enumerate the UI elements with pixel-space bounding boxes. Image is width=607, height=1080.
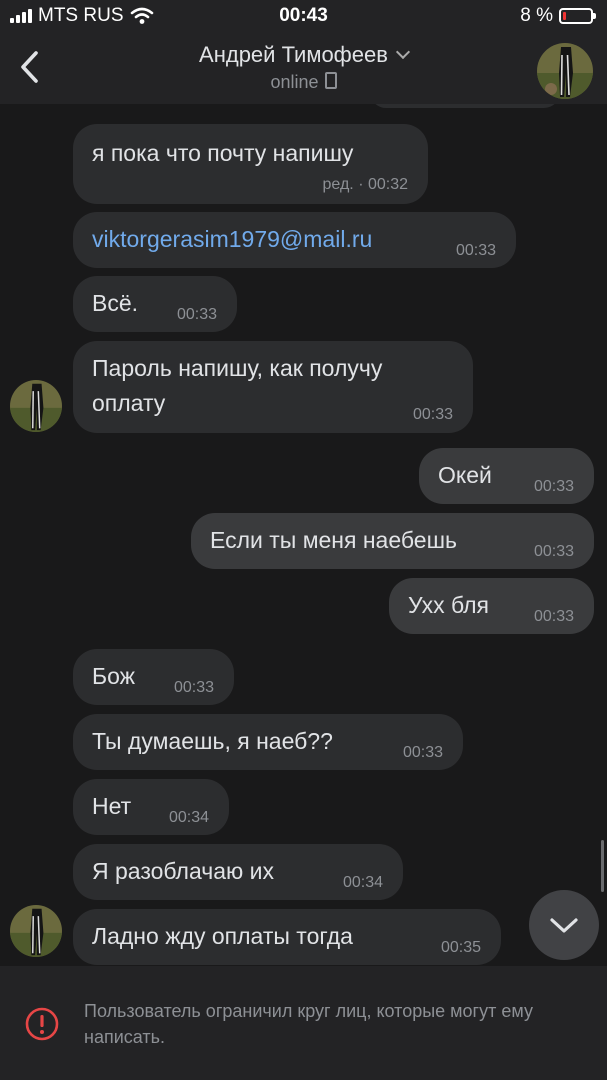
battery-icon — [559, 8, 596, 24]
message-bubble[interactable]: Всё. 00:33 — [73, 276, 237, 332]
message-text: Я разоблачаю их — [92, 858, 275, 884]
message-bubble[interactable]: Я разоблачаю их 00:34 — [73, 844, 403, 900]
message-time: 00:33 — [402, 744, 443, 761]
message-text: Всё. — [92, 290, 139, 316]
status-bar: MTS RUS 00:43 8 % — [0, 0, 607, 34]
message-bubble[interactable]: Нет 00:34 — [73, 779, 229, 835]
message-time: 00:33 — [455, 242, 496, 259]
message-bubble[interactable]: viktorgerasim1979@mail.ru 00:33 — [73, 212, 516, 268]
avatar[interactable] — [10, 380, 62, 432]
mobile-phone-icon — [324, 72, 337, 89]
message-text: Ухх бля — [408, 592, 489, 618]
message-time: ред. · 00:32 — [322, 176, 408, 193]
scrollbar[interactable] — [601, 840, 604, 892]
message-time: 00:33 — [176, 306, 217, 323]
message-bubble-outgoing[interactable]: Если ты меня наебешь 00:33 — [191, 513, 594, 569]
warning-circle-icon — [25, 1007, 59, 1041]
message-text: Окей — [438, 462, 492, 488]
message-bubble[interactable]: Ладно жду оплаты тогда 00:35 — [73, 909, 501, 965]
contact-name-button[interactable]: Андрей Тимофеев — [0, 42, 607, 68]
message-bubble-outgoing[interactable]: Ухх бля 00:33 — [389, 578, 594, 634]
chevron-down-icon — [395, 44, 411, 60]
message-text: Если ты меня наебешь — [210, 527, 458, 553]
message-text: Бож — [92, 663, 136, 689]
chat-header: Андрей Тимофеев online — [0, 34, 607, 104]
chevron-down-icon — [550, 918, 578, 933]
message-time: 00:35 — [440, 939, 481, 956]
message-time: 00:33 — [412, 406, 453, 423]
message-bubble[interactable]: Бож 00:33 — [73, 649, 234, 705]
email-link[interactable]: viktorgerasim1979@mail.ru — [92, 222, 372, 257]
previous-message-bubble — [370, 104, 560, 108]
contact-name: Андрей Тимофеев — [199, 42, 388, 67]
message-text: я пока что почту напишу — [92, 140, 354, 166]
clock: 00:43 — [279, 5, 328, 26]
message-bubble[interactable]: Пароль напишу, как получу оплату 00:33 — [73, 341, 473, 433]
message-text-line-2: оплату — [92, 390, 166, 416]
message-text: Ладно жду оплаты тогда — [92, 923, 353, 949]
message-list[interactable]: я пока что почту напишу ред. · 00:32 vik… — [0, 104, 607, 966]
message-text: Нет — [92, 793, 132, 819]
message-time: 00:33 — [533, 608, 574, 625]
message-time: 00:34 — [342, 874, 383, 891]
restriction-notice: Пользователь ограничил круг лиц, которые… — [0, 966, 607, 1080]
message-time: 00:33 — [533, 543, 574, 560]
battery-percent: 8 % — [520, 5, 553, 26]
message-bubble[interactable]: я пока что почту напишу ред. · 00:32 — [73, 124, 428, 204]
presence-text: online — [270, 72, 319, 92]
message-bubble-outgoing[interactable]: Окей 00:33 — [419, 448, 594, 504]
status-right: 8 % — [520, 5, 596, 27]
message-text: Пароль напишу, как получу — [92, 355, 383, 381]
message-text: Ты думаешь, я наеб?? — [92, 728, 333, 754]
message-time: 00:34 — [168, 809, 209, 826]
presence-status: online — [0, 72, 607, 93]
message-time: 00:33 — [173, 679, 214, 696]
avatar[interactable] — [537, 43, 593, 99]
message-time: 00:33 — [533, 478, 574, 495]
message-bubble[interactable]: Ты думаешь, я наеб?? 00:33 — [73, 714, 463, 770]
restriction-notice-text: Пользователь ограничил круг лиц, которые… — [84, 1001, 533, 1047]
scroll-down-button[interactable] — [529, 890, 599, 960]
avatar[interactable] — [10, 905, 62, 957]
